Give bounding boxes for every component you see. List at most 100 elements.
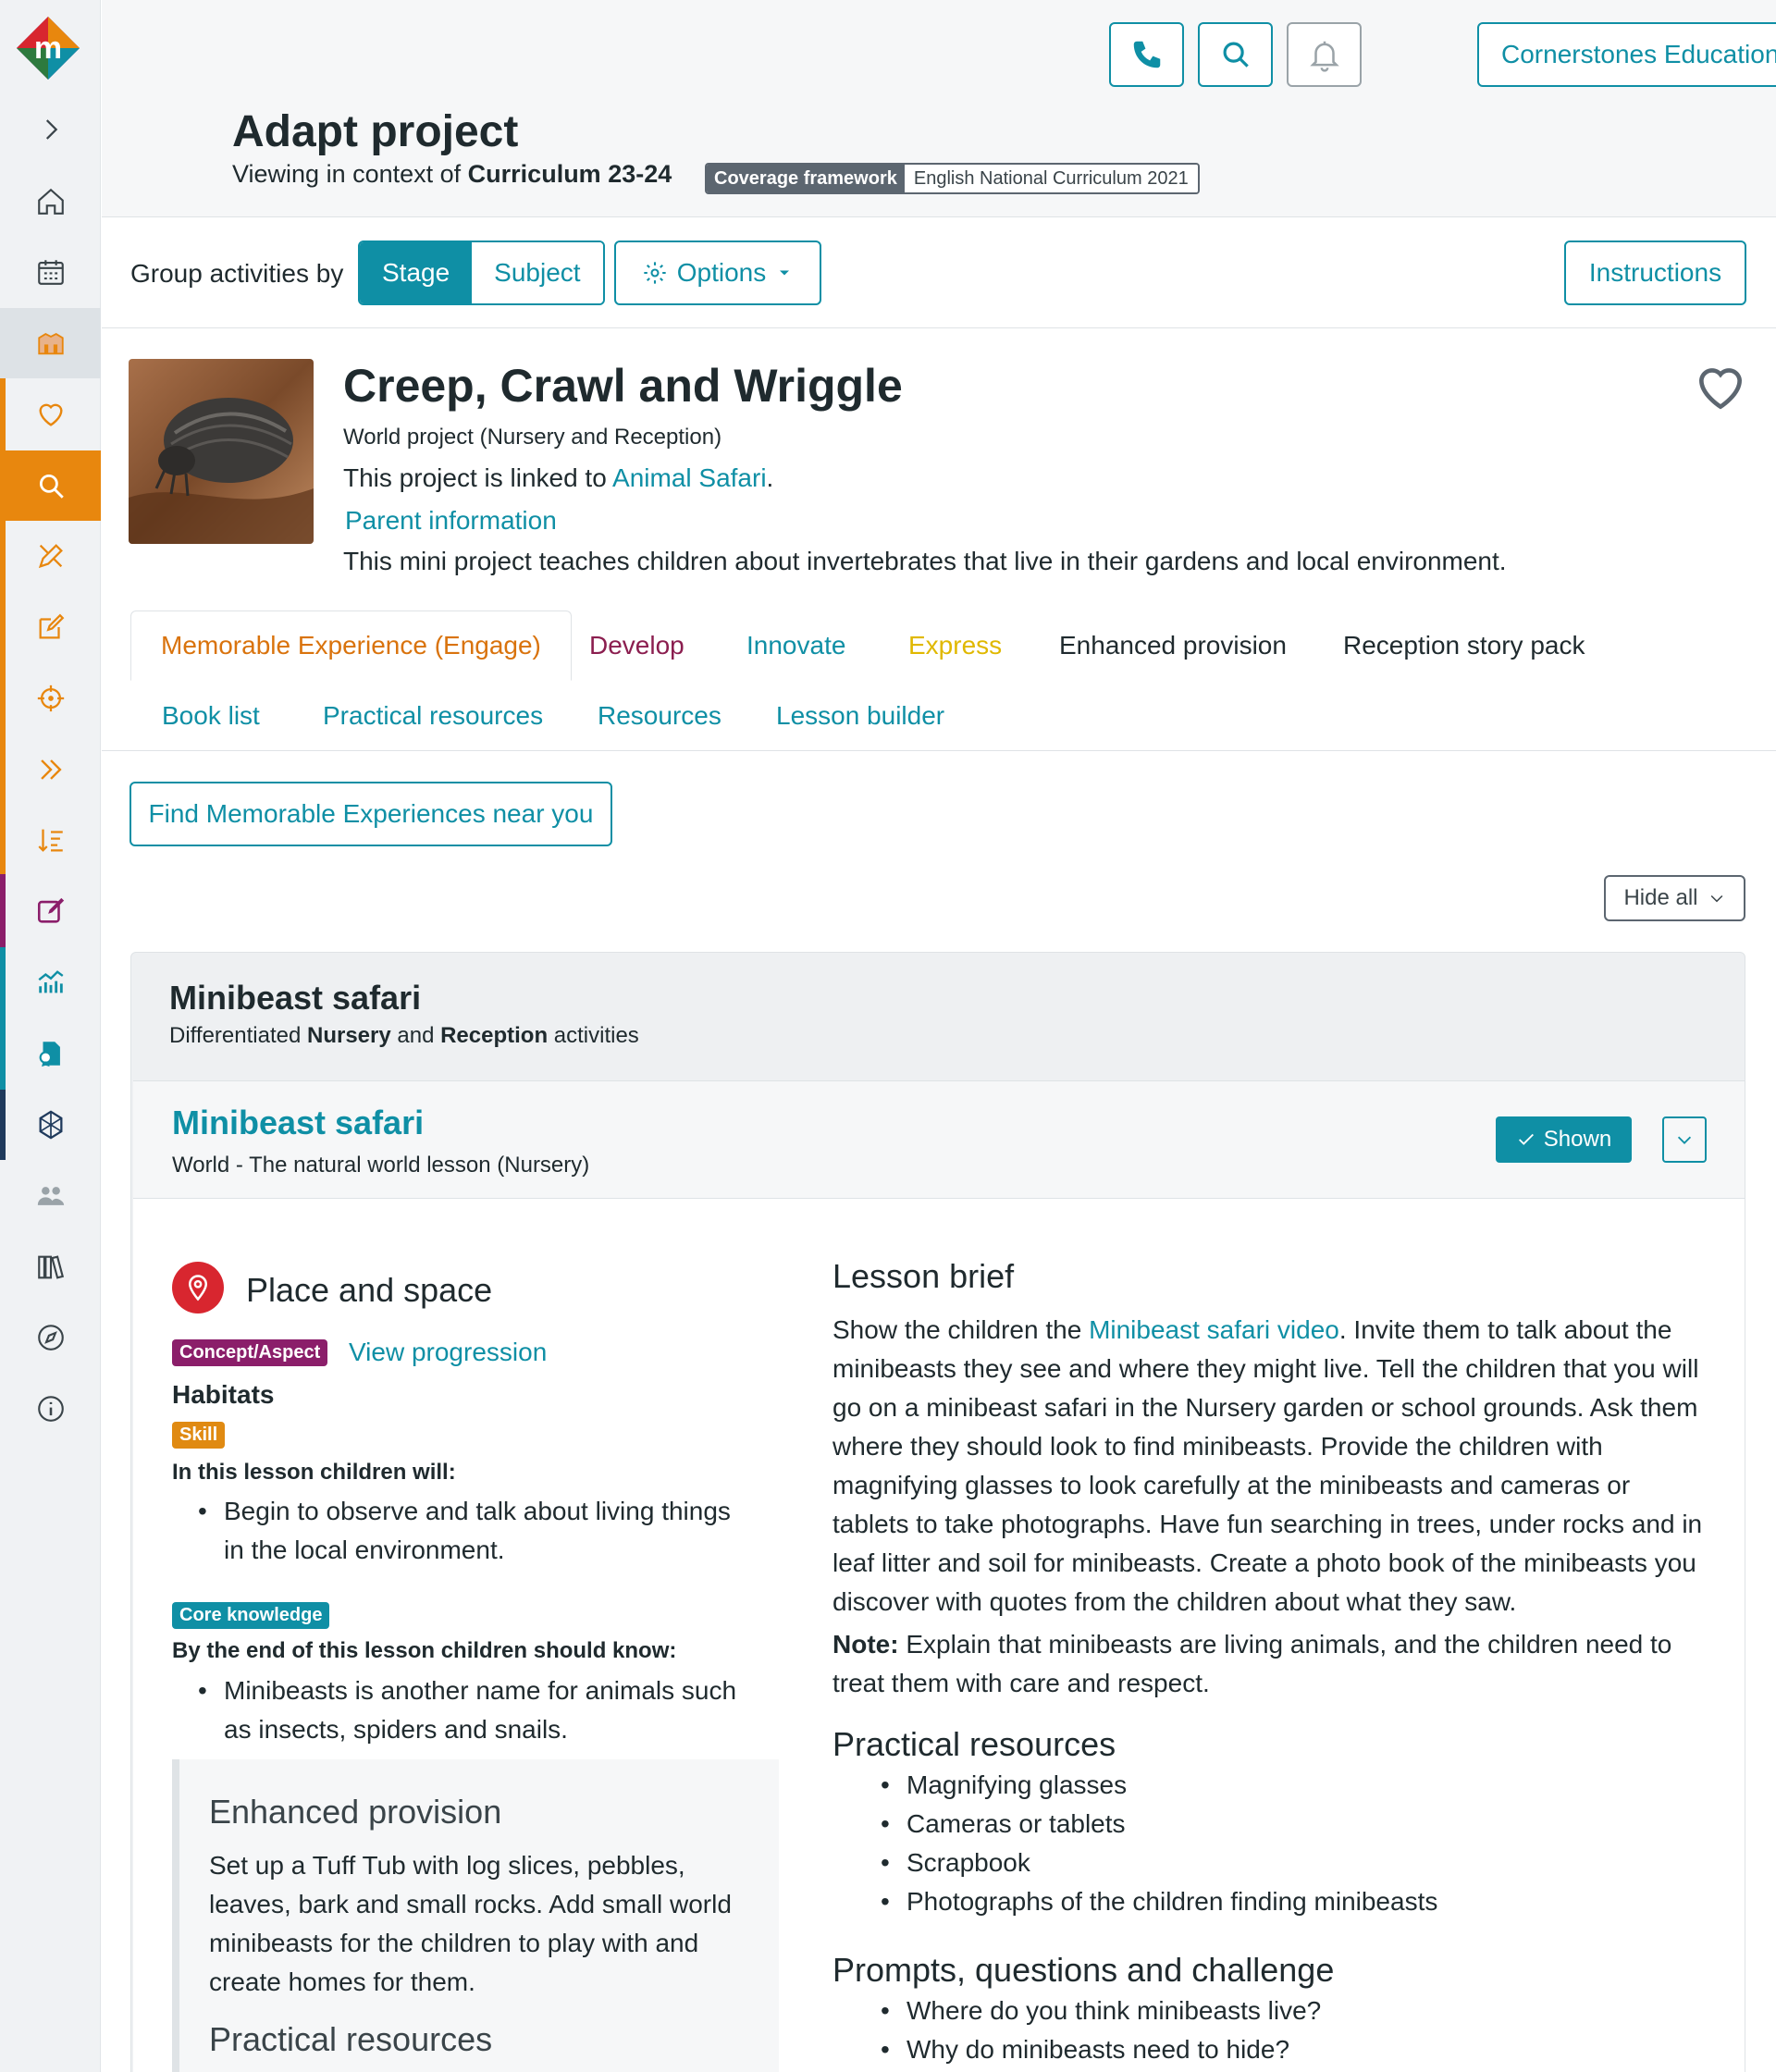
target-icon bbox=[37, 684, 64, 712]
list-item: Scrapbook bbox=[881, 1844, 1437, 1882]
phone-button[interactable] bbox=[1109, 22, 1184, 87]
double-chevron-icon bbox=[40, 759, 62, 780]
svg-text:m: m bbox=[34, 31, 62, 66]
activity-group-subtitle: Differentiated Nursery and Reception act… bbox=[169, 1023, 639, 1048]
linked-project-link[interactable]: Animal Safari bbox=[612, 463, 767, 492]
sidebar-item-favourites[interactable] bbox=[0, 379, 101, 450]
compass-icon bbox=[37, 1325, 64, 1350]
tab-practical-resources[interactable]: Practical resources bbox=[323, 681, 543, 751]
page-title: Adapt project bbox=[232, 107, 519, 156]
options-button[interactable]: Options bbox=[614, 240, 821, 305]
sidebar-item-sort[interactable] bbox=[0, 805, 101, 875]
list-item: Magnifying glasses bbox=[881, 1766, 1437, 1805]
sidebar-item-info[interactable] bbox=[0, 1374, 101, 1444]
sidebar-item-home[interactable] bbox=[0, 166, 101, 237]
organisation-name[interactable]: Cornerstones Education bbox=[1479, 24, 1776, 85]
enhanced-provision-text: Set up a Tuff Tub with log slices, pebbl… bbox=[209, 1851, 732, 1996]
sidebar-item-assessment[interactable] bbox=[0, 876, 101, 946]
location-pin-icon bbox=[188, 1275, 208, 1301]
activity-title-link[interactable]: Minibeast safari bbox=[172, 1104, 424, 1142]
list-item: Minibeasts is another name for animals s… bbox=[198, 1671, 753, 1749]
practical-resources-title: Practical resources bbox=[832, 1725, 1116, 1763]
sidebar-item-users[interactable] bbox=[0, 1161, 101, 1231]
parent-information-link[interactable]: Parent information bbox=[345, 506, 557, 536]
tab-resources[interactable]: Resources bbox=[598, 681, 722, 751]
practical-resources-list: Magnifying glasses Cameras or tablets Sc… bbox=[881, 1766, 1437, 1921]
chart-icon bbox=[37, 970, 63, 993]
group-by-toggle: Stage Subject bbox=[358, 240, 605, 305]
lesson-note: Note: Explain that minibeasts are living… bbox=[832, 1630, 1672, 1697]
tab-express[interactable]: Express bbox=[908, 610, 1002, 681]
sidebar-item-projects[interactable] bbox=[0, 308, 101, 378]
project-linked: This project is linked to Animal Safari. bbox=[343, 463, 774, 492]
woodlouse-image bbox=[129, 359, 314, 544]
shown-toggle-button[interactable]: Shown bbox=[1496, 1116, 1632, 1163]
check-icon bbox=[1518, 1133, 1534, 1145]
find-memorable-experiences-button[interactable]: Find Memorable Experiences near you bbox=[130, 782, 612, 846]
search-icon bbox=[1223, 42, 1249, 68]
lesson-outcomes-list: Begin to observe and talk about living t… bbox=[198, 1492, 753, 1570]
notifications-button[interactable] bbox=[1287, 22, 1362, 87]
users-icon bbox=[37, 1187, 64, 1205]
sidebar-item-search[interactable] bbox=[0, 450, 101, 521]
sidebar-item-network[interactable] bbox=[0, 1090, 101, 1160]
instructions-button[interactable]: Instructions bbox=[1564, 240, 1746, 305]
group-by-subject[interactable]: Subject bbox=[472, 242, 603, 303]
tab-develop[interactable]: Develop bbox=[589, 610, 684, 681]
list-item: Why do minibeasts need to hide? bbox=[881, 2030, 1321, 2069]
sidebar-item-explore[interactable] bbox=[0, 1302, 101, 1373]
aspect-title: Place and space bbox=[246, 1271, 493, 1309]
gear-icon bbox=[644, 262, 666, 284]
coverage-framework-badge: Coverage framework English National Curr… bbox=[705, 163, 1200, 194]
sort-icon bbox=[37, 829, 63, 852]
concept-name: Habitats bbox=[172, 1380, 275, 1409]
core-knowledge-label: By the end of this lesson children shoul… bbox=[172, 1638, 677, 1663]
group-by-stage[interactable]: Stage bbox=[360, 242, 473, 303]
sidebar-item-edit[interactable] bbox=[0, 592, 101, 662]
activity-collapse-button[interactable] bbox=[1662, 1116, 1707, 1163]
list-item: Where do you think minibeasts live? bbox=[881, 1992, 1321, 2030]
tab-enhanced-provision[interactable]: Enhanced provision bbox=[1059, 610, 1287, 681]
skill-badge: Skill bbox=[172, 1422, 226, 1449]
curriculum-name: Curriculum 23-24 bbox=[467, 160, 672, 188]
hide-all-button[interactable]: Hide all bbox=[1604, 875, 1745, 921]
tab-reception-story-pack[interactable]: Reception story pack bbox=[1343, 610, 1585, 681]
minibeast-video-link[interactable]: Minibeast safari video bbox=[1089, 1315, 1339, 1344]
sidebar-item-certificates[interactable] bbox=[0, 1018, 101, 1089]
activity-group-card: Minibeast safari Differentiated Nursery … bbox=[130, 952, 1745, 2072]
sidebar-item-design[interactable] bbox=[0, 521, 101, 591]
header-search-button[interactable] bbox=[1198, 22, 1273, 87]
group-toolbar: Group activities by Stage Subject Option… bbox=[102, 218, 1776, 328]
activity-header: Minibeast safari World - The natural wor… bbox=[133, 1081, 1745, 1199]
view-progression-link[interactable]: View progression bbox=[349, 1338, 547, 1367]
prompts-title: Prompts, questions and challenge bbox=[832, 1951, 1335, 1989]
tab-innovate[interactable]: Innovate bbox=[746, 610, 845, 681]
calendar-icon bbox=[37, 260, 64, 285]
tab-lesson-builder[interactable]: Lesson builder bbox=[776, 681, 944, 751]
pencil-ruler-icon bbox=[38, 544, 63, 569]
certificate-icon bbox=[39, 1042, 60, 1067]
app-logo[interactable]: m bbox=[15, 15, 81, 81]
sidebar: m bbox=[0, 0, 101, 2072]
project-thumbnail bbox=[129, 359, 314, 544]
project-subtitle: World project (Nursery and Reception) bbox=[343, 425, 722, 450]
sidebar-item-progress[interactable] bbox=[0, 734, 101, 805]
caret-down-icon bbox=[780, 270, 790, 276]
page-header: Cornerstones Education Adapt project Vie… bbox=[102, 0, 1776, 217]
tab-book-list[interactable]: Book list bbox=[162, 681, 260, 751]
list-item: Begin to observe and talk about living t… bbox=[198, 1492, 753, 1570]
sidebar-item-target[interactable] bbox=[0, 663, 101, 734]
activity-group-title: Minibeast safari bbox=[169, 979, 422, 1017]
sidebar-item-calendar[interactable] bbox=[0, 237, 101, 307]
favourite-button[interactable] bbox=[1692, 359, 1749, 416]
enhanced-provision-panel: Enhanced provision Set up a Tuff Tub wit… bbox=[172, 1759, 779, 2072]
sidebar-item-library[interactable] bbox=[0, 1232, 101, 1302]
tab-memorable-experience[interactable]: Memorable Experience (Engage) bbox=[130, 610, 572, 681]
core-knowledge-badge: Core knowledge bbox=[172, 1602, 330, 1629]
organisation-switcher[interactable]: Cornerstones Education bbox=[1477, 22, 1776, 87]
group-by-label: Group activities by bbox=[130, 259, 344, 288]
expand-sidebar[interactable] bbox=[0, 94, 101, 165]
prompts-list: Where do you think minibeasts live? Why … bbox=[881, 1992, 1321, 2069]
sidebar-item-reports[interactable] bbox=[0, 947, 101, 1018]
concept-aspect-badge: Concept/Aspect bbox=[172, 1339, 328, 1366]
